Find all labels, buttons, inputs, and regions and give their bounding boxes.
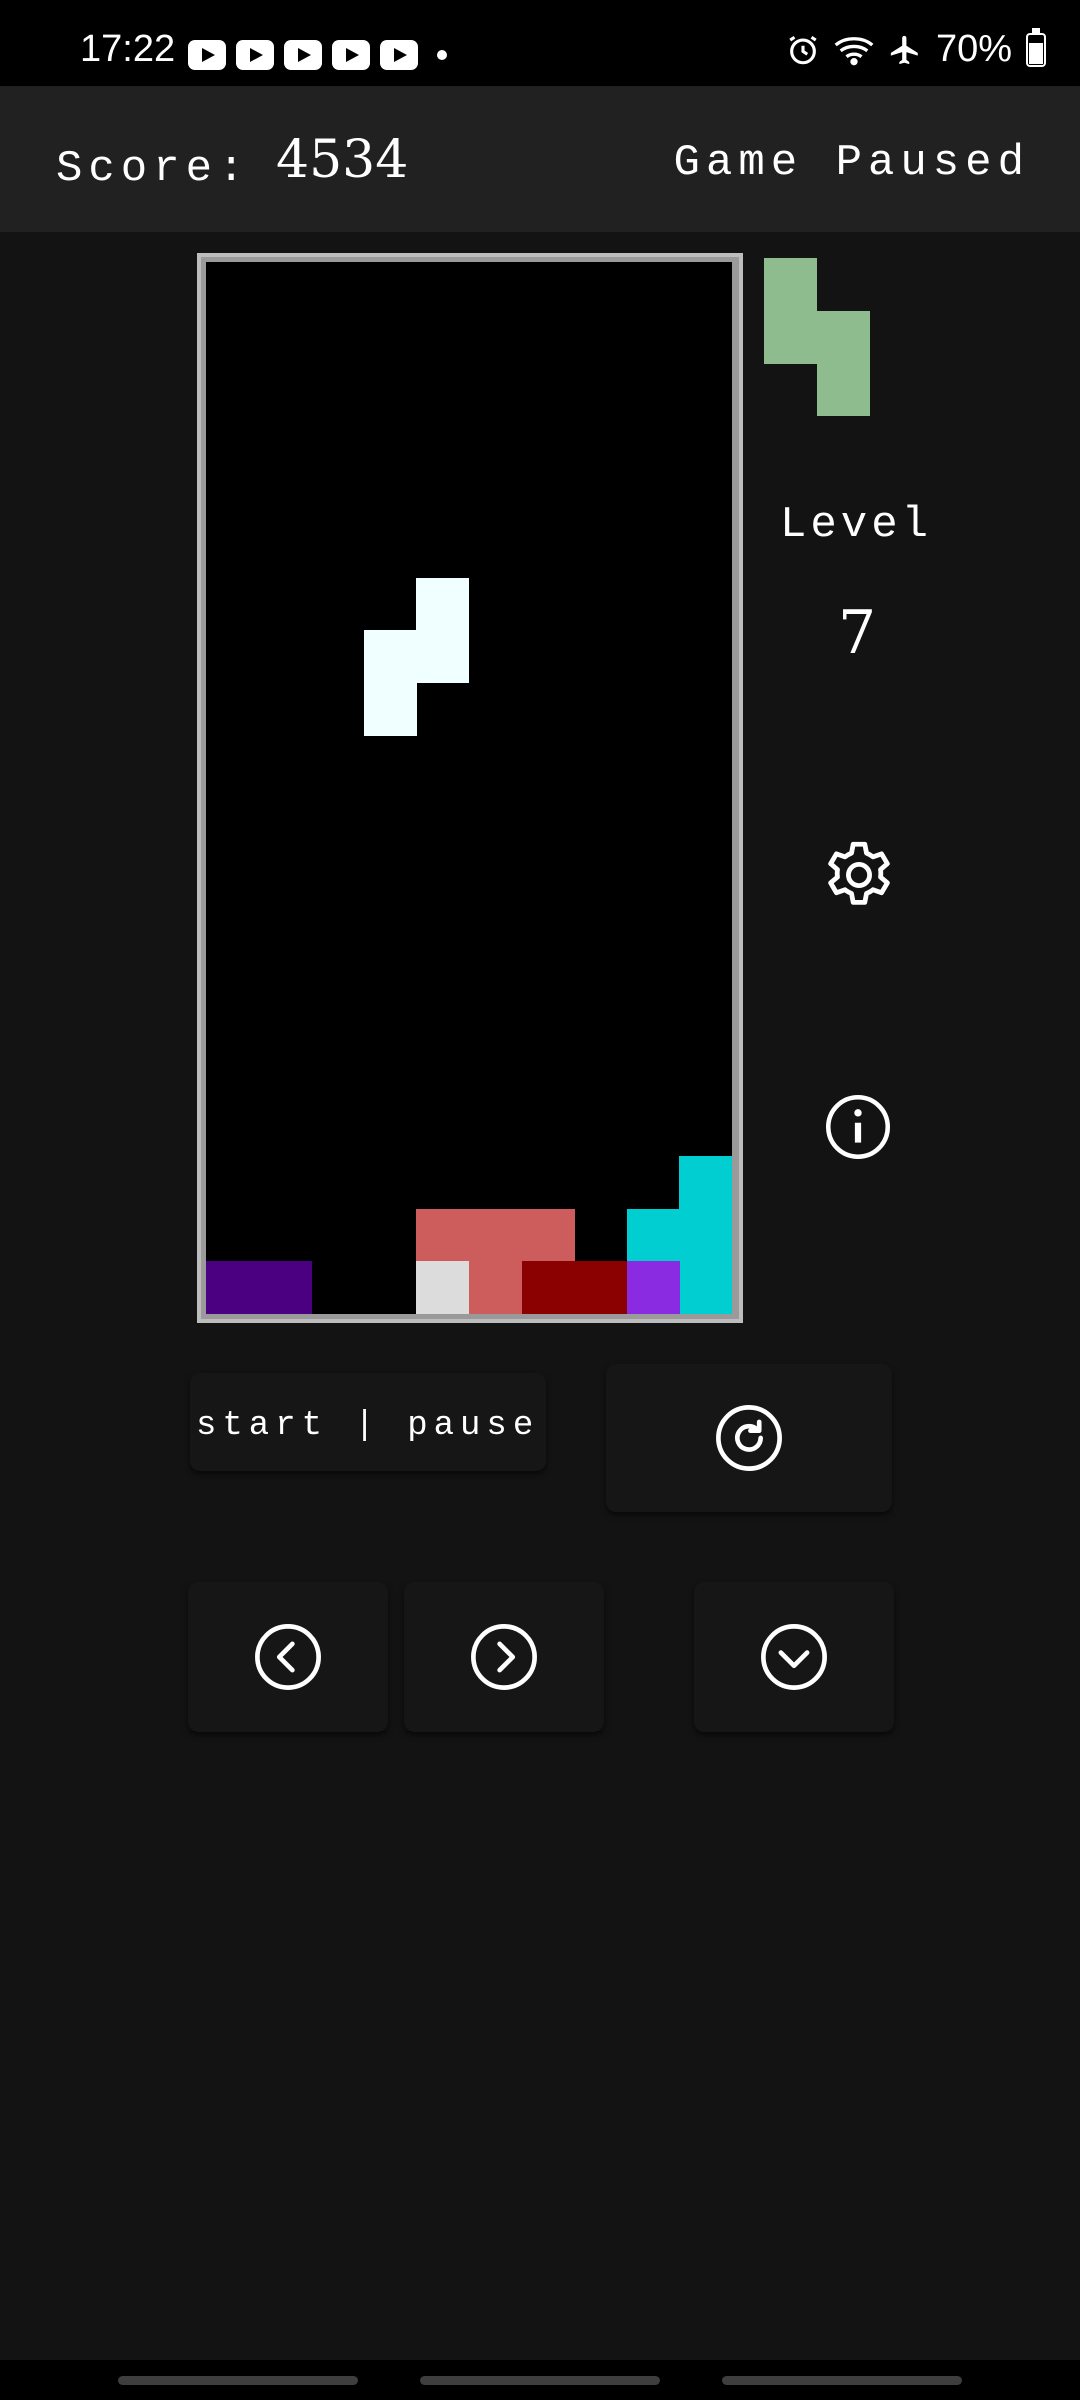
locked-block [679, 1208, 733, 1262]
move-right-button[interactable] [404, 1582, 604, 1732]
youtube-icon [236, 40, 274, 70]
youtube-icon [380, 40, 418, 70]
locked-block [626, 1208, 680, 1262]
locked-block [626, 1261, 680, 1315]
more-notifications-dot [437, 50, 447, 60]
rotate-button[interactable] [606, 1364, 892, 1512]
status-time: 17:22 [80, 28, 176, 70]
chevron-right-icon [471, 1624, 537, 1690]
battery-icon [1026, 27, 1046, 67]
level-value: 7 [838, 598, 877, 668]
score-value: 4534 [276, 130, 409, 190]
game-status: Game Paused [673, 138, 1030, 188]
score-label: Score: [56, 144, 251, 194]
locked-block [469, 1261, 522, 1315]
falling-piece-block [416, 577, 470, 631]
locked-block [469, 1208, 522, 1262]
nav-handle[interactable] [118, 2376, 358, 2385]
alarm-icon [789, 35, 817, 64]
locked-block [521, 1208, 575, 1262]
rotate-icon [716, 1405, 782, 1471]
locked-block [521, 1261, 575, 1315]
start-pause-button[interactable]: start | pause [190, 1373, 546, 1471]
youtube-icon [332, 40, 370, 70]
gear-icon [828, 841, 890, 905]
settings-button[interactable] [818, 834, 900, 916]
notification-icons [188, 40, 418, 70]
start-pause-label: start | pause [196, 1407, 540, 1445]
nav-handle[interactable] [722, 2376, 962, 2385]
status-right: 70% [786, 27, 1046, 71]
level-label: Level [780, 500, 933, 550]
game-board[interactable] [206, 262, 733, 1315]
navigation-bar [0, 2360, 1080, 2400]
chevron-left-icon [255, 1624, 321, 1690]
move-down-button[interactable] [694, 1582, 894, 1732]
status-bar: 17:22 70% [0, 0, 1080, 86]
locked-block [679, 1261, 733, 1315]
falling-piece-block [416, 630, 470, 684]
youtube-icon [188, 40, 226, 70]
locked-block [206, 1261, 259, 1315]
move-left-button[interactable] [188, 1582, 388, 1732]
next-piece-block [764, 310, 817, 364]
airplane-icon [890, 35, 918, 64]
locked-block [679, 1156, 733, 1210]
next-piece-block [816, 363, 870, 417]
next-piece-block [764, 258, 817, 311]
next-piece-block [816, 310, 870, 364]
locked-block [416, 1208, 470, 1262]
battery-percent: 70% [935, 28, 1012, 70]
next-piece-preview [764, 258, 870, 417]
locked-block [574, 1261, 628, 1315]
locked-block [416, 1261, 470, 1315]
wifi-icon [834, 36, 874, 65]
info-icon [825, 1094, 891, 1160]
nav-handle[interactable] [420, 2376, 660, 2385]
locked-block [258, 1261, 312, 1315]
falling-piece-block [363, 630, 417, 684]
youtube-icon [284, 40, 322, 70]
info-button[interactable] [824, 1093, 892, 1161]
header: Score: 4534 Game Paused [0, 86, 1080, 232]
chevron-down-icon [761, 1624, 827, 1690]
falling-piece-block [363, 682, 417, 736]
